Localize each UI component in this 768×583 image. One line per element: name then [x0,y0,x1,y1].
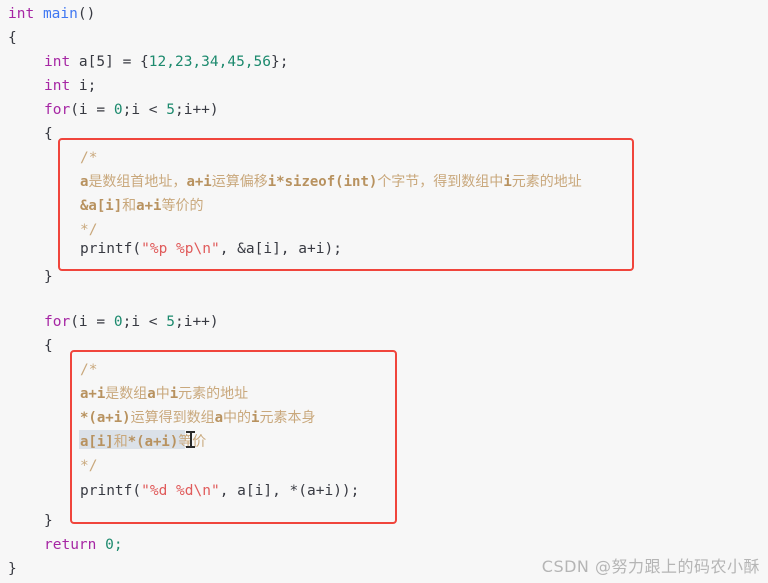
comment-open-2: /* [80,362,98,378]
array-close: }; [271,54,289,70]
parentheses: () [77,6,96,22]
function-name-main: main [42,6,78,22]
variable-i: i; [70,78,97,94]
keyword-int: int [44,54,71,70]
keyword-return: return [44,537,97,553]
code-line-printf-values: printf("%d %d\n", a[i], *(a+i)); [80,483,360,499]
function-call-printf: printf [80,241,133,257]
comment-text-1-line-1: a是数组首地址，a+i运算偏移i*sizeof(int)个字节，得到数组中i元素… [80,174,582,190]
comment-text-1-line-2: &a[i]和a+i等价的 [80,198,204,214]
code-line-for-loop-second: for(i = 0;i < 5;i++) [44,314,219,330]
return-value: 0; [96,537,123,553]
array-initializer-values: 12,23,34,45,56 [148,54,271,70]
text-cursor-ibeam [186,431,195,448]
code-line-close-brace-main: } [8,561,17,577]
format-string-pointers: "%p %p\n" [141,241,220,257]
printf-arguments-values: , a[i], *(a+i)); [219,483,360,499]
code-line-function-signature: int main() [8,2,95,26]
literal-zero: 0 [113,102,123,118]
code-line-open-brace-main: { [8,30,17,46]
code-line-open-brace-loop-2: { [44,338,53,354]
format-string-values: "%d %d\n" [141,483,220,499]
comment-text-2-line-1: a+i是数组a中i元素的地址 [80,386,249,402]
code-line-open-brace-loop-1: { [44,126,53,142]
code-line-index-declaration: int i; [44,74,96,98]
keyword-int: int [44,78,71,94]
comment-text-2-line-2: *(a+i)运算得到数组a中的i元素本身 [80,410,316,426]
code-line-close-brace-loop-2: } [44,513,53,529]
code-line-array-declaration: int a[5] = {12,23,34,45,56}; [44,50,288,74]
literal-five: 5 [166,102,175,118]
comment-open-1: /* [80,150,98,166]
function-call-printf: printf [80,483,133,499]
code-line-printf-pointers: printf("%p %p\n", &a[i], a+i); [80,241,342,257]
code-line-close-brace-loop-1: } [44,269,53,285]
keyword-for: for [44,102,71,118]
code-line-return: return 0; [44,533,123,557]
comment-close-2: */ [80,458,98,474]
keyword-for: for [44,314,71,330]
code-line-for-loop-first: for(i = 0;i < 5;i++) [44,102,219,118]
code-editor-surface[interactable]: int main() { int a[5] = {12,23,34,45,56}… [0,0,768,583]
printf-arguments-pointers: , &a[i], a+i); [219,241,342,257]
literal-five: 5 [166,314,175,330]
keyword-int: int [8,6,35,22]
literal-zero: 0 [113,314,123,330]
csdn-watermark: CSDN @努力跟上的码农小酥 [541,557,760,576]
array-name-and-open: a[5] = { [70,54,149,70]
